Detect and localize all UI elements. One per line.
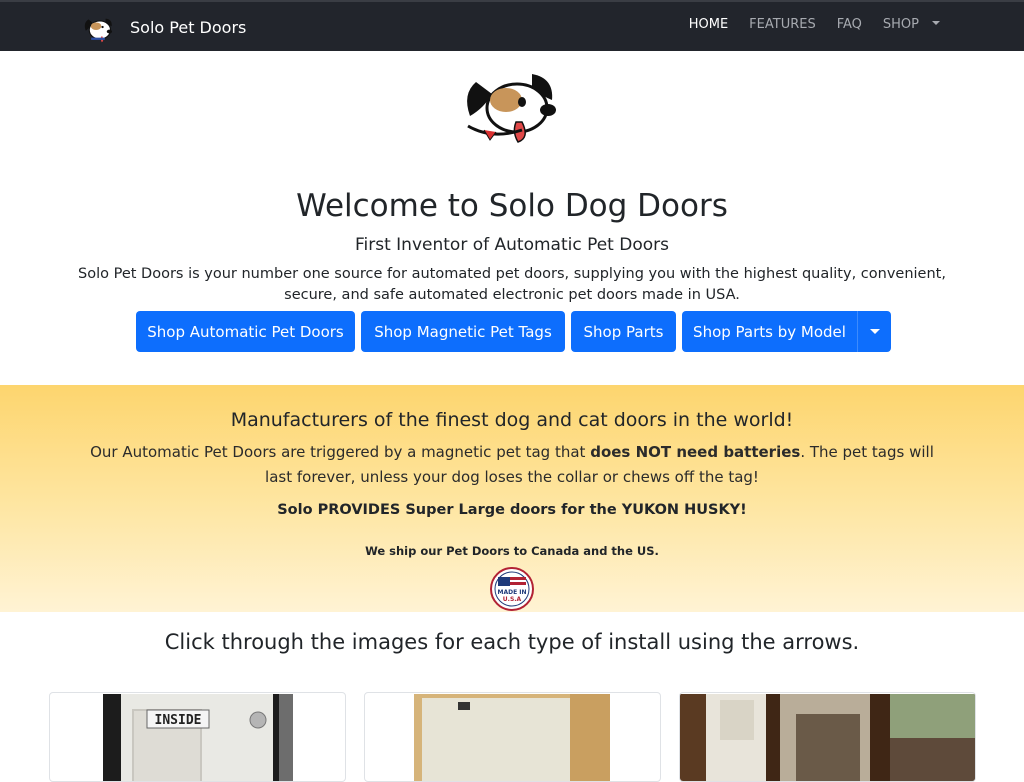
dog-logo-icon (79, 8, 117, 46)
install-card-wall[interactable] (364, 692, 661, 782)
door-sign-text: INSIDE (155, 713, 202, 728)
top-navbar: Solo Pet Doors HOME FEATURES FAQ SHOP (0, 0, 1024, 51)
shipping-note: We ship our Pet Doors to Canada and the … (365, 544, 659, 558)
nav-shop-dropdown[interactable]: SHOP (883, 17, 940, 32)
banner-title: Manufacturers of the finest dog and cat … (230, 409, 794, 431)
brand-name: Solo Pet Doors (130, 17, 247, 37)
patio-install-image (680, 694, 975, 781)
page-title: Welcome to Solo Dog Doors (296, 188, 728, 224)
nav-home[interactable]: HOME (689, 17, 728, 32)
shop-parts-by-model-button[interactable]: Shop Parts by Model (682, 311, 858, 352)
nav-links: HOME FEATURES FAQ SHOP (668, 17, 940, 32)
door-install-image: INSIDE (103, 694, 293, 781)
install-section-title: Click through the images for each type o… (164, 630, 860, 654)
shop-magnetic-pet-tags-button[interactable]: Shop Magnetic Pet Tags (361, 311, 565, 352)
shop-button-group: Shop Automatic Pet Doors Shop Magnetic P… (136, 311, 891, 352)
wall-install-image (414, 694, 610, 781)
caret-down-icon (869, 329, 880, 334)
made-in-usa-badge-icon: MADE IN U.S.A (490, 567, 534, 611)
svg-text:MADE IN: MADE IN (497, 589, 526, 596)
info-banner: Manufacturers of the finest dog and cat … (0, 385, 1024, 612)
page-subtitle: First Inventor of Automatic Pet Doors (354, 235, 669, 255)
parts-model-dropdown-toggle[interactable] (858, 311, 891, 352)
dog-mascot-logo (467, 74, 556, 143)
install-card-door[interactable]: INSIDE (49, 692, 346, 782)
shop-parts-button[interactable]: Shop Parts (571, 311, 676, 352)
banner-text-emphasis: does NOT need batteries (590, 443, 801, 461)
brand-link[interactable]: Solo Pet Doors (79, 8, 246, 46)
banner-text: Our Automatic Pet Doors are triggered by… (90, 440, 934, 490)
nav-shop-label: SHOP (882, 17, 919, 32)
nav-faq[interactable]: FAQ (837, 17, 862, 32)
page-description: Solo Pet Doors is your number one source… (78, 266, 946, 303)
banner-text-start: Our Automatic Pet Doors are triggered by… (90, 443, 591, 461)
shop-automatic-pet-doors-button[interactable]: Shop Automatic Pet Doors (136, 311, 355, 352)
svg-text:U.S.A: U.S.A (503, 596, 522, 603)
caret-down-icon (932, 20, 940, 25)
nav-features[interactable]: FEATURES (749, 17, 816, 32)
install-card-patio[interactable] (679, 692, 976, 782)
banner-highlight: Solo PROVIDES Super Large doors for the … (277, 502, 747, 518)
